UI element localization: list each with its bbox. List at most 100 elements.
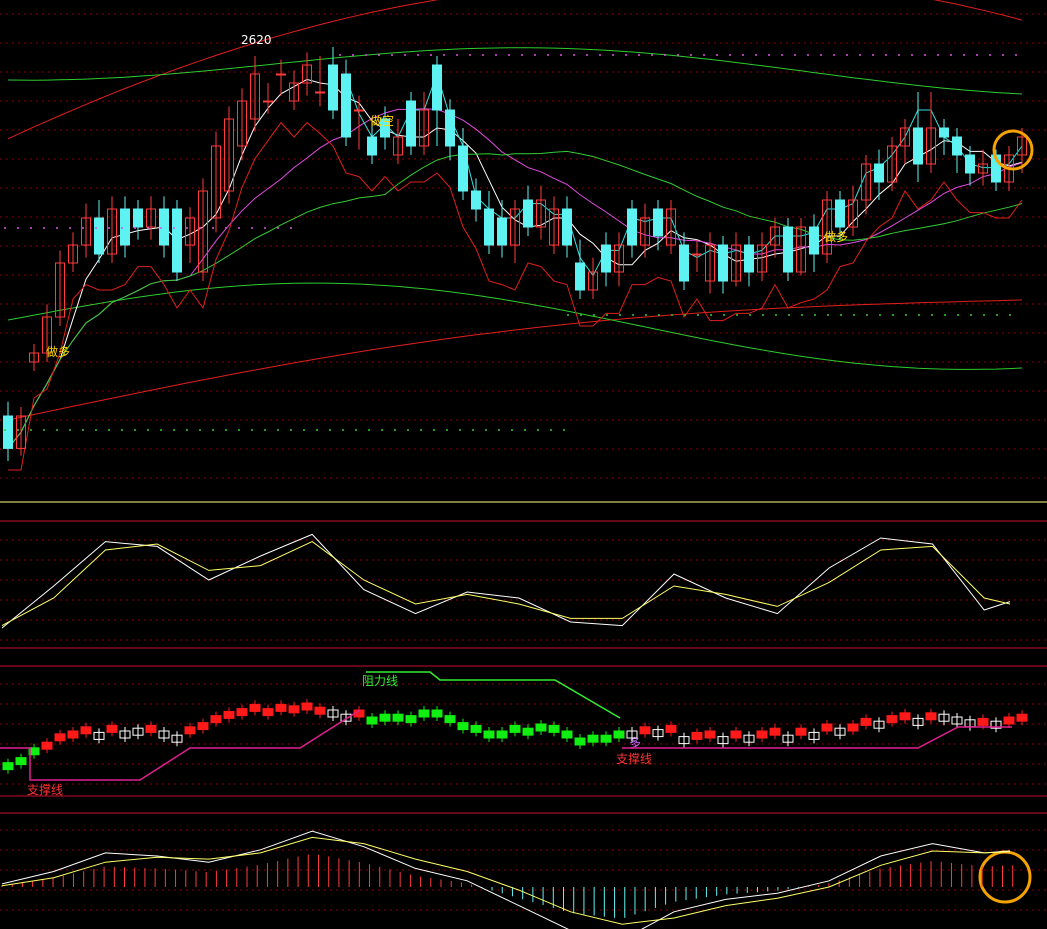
dot-low-984 bbox=[983, 314, 985, 316]
dot-mid-252 bbox=[251, 227, 253, 229]
dot-bottom-291 bbox=[290, 429, 292, 431]
dot-bottom-343 bbox=[342, 429, 344, 431]
dot-mid-44 bbox=[43, 227, 45, 229]
dot-bottom-70 bbox=[69, 429, 71, 431]
dot-bottom-538 bbox=[537, 429, 539, 431]
dot-top-964 bbox=[963, 54, 965, 56]
resistance-line-label: 阻力线 bbox=[362, 674, 398, 688]
dot-low-659 bbox=[658, 314, 660, 316]
dot-top-509 bbox=[508, 54, 510, 56]
dot-mid-57 bbox=[56, 227, 58, 229]
dot-bottom-187 bbox=[186, 429, 188, 431]
dot-top-418 bbox=[417, 54, 419, 56]
dot-top-860 bbox=[859, 54, 861, 56]
dot-low-581 bbox=[580, 314, 582, 316]
dot-bottom-447 bbox=[446, 429, 448, 431]
dot-bottom-512 bbox=[511, 429, 513, 431]
dot-top-444 bbox=[443, 54, 445, 56]
dot-low-711 bbox=[710, 314, 712, 316]
dot-low-620 bbox=[619, 314, 621, 316]
dot-bottom-200 bbox=[199, 429, 201, 431]
oscillator-panel bbox=[1, 533, 1011, 629]
candle-body-72 bbox=[939, 127, 949, 138]
dot-top-678 bbox=[677, 54, 679, 56]
upper-green-band bbox=[7, 47, 1023, 95]
dot-top-782 bbox=[781, 54, 783, 56]
dot-low-841 bbox=[840, 314, 842, 316]
dot-low-633 bbox=[632, 314, 634, 316]
candle-body-44 bbox=[575, 262, 585, 291]
dot-top-548 bbox=[547, 54, 549, 56]
dot-bottom-278 bbox=[277, 429, 279, 431]
dot-low-971 bbox=[970, 314, 972, 316]
dot-mid-70 bbox=[69, 227, 71, 229]
dot-bottom-252 bbox=[251, 429, 253, 431]
dot-bottom-161 bbox=[160, 429, 162, 431]
dot-bottom-460 bbox=[459, 429, 461, 431]
dot-mid-96 bbox=[95, 227, 97, 229]
moving-average-lines bbox=[7, 72, 1023, 471]
candle-body-26 bbox=[341, 73, 351, 138]
dot-top-691 bbox=[690, 54, 692, 56]
ma30-line bbox=[7, 150, 1023, 449]
dot-low-724 bbox=[723, 314, 725, 316]
dot-top-938 bbox=[937, 54, 939, 56]
dot-low-594 bbox=[593, 314, 595, 316]
support-line-2 bbox=[622, 726, 1012, 749]
dot-top-769 bbox=[768, 54, 770, 56]
dot-low-763 bbox=[762, 314, 764, 316]
trend-bar-panel: 阻力线 支撑线 支撑线 多 bbox=[0, 671, 1028, 797]
dot-top-756 bbox=[755, 54, 757, 56]
price-label-2620: 2620 bbox=[241, 33, 272, 47]
candle-body-50 bbox=[653, 208, 663, 237]
dot-bottom-122 bbox=[121, 429, 123, 431]
dot-top-392 bbox=[391, 54, 393, 56]
buy-signal-label-2: 做多 bbox=[824, 229, 848, 244]
dot-top-847 bbox=[846, 54, 848, 56]
dot-mid-31 bbox=[30, 227, 32, 229]
candle-body-40 bbox=[523, 199, 533, 228]
candle-body-73 bbox=[952, 136, 962, 156]
dot-top-886 bbox=[885, 54, 887, 56]
resistance-line bbox=[366, 671, 621, 719]
dot-top-990 bbox=[989, 54, 991, 56]
dot-bottom-551 bbox=[550, 429, 552, 431]
dot-mid-187 bbox=[186, 227, 188, 229]
dot-mid-226 bbox=[225, 227, 227, 229]
dot-bottom-525 bbox=[524, 429, 526, 431]
candle-body-62 bbox=[809, 226, 819, 255]
candle-body-36 bbox=[471, 190, 481, 210]
support-line-1 bbox=[0, 709, 361, 781]
dot-bottom-564 bbox=[563, 429, 565, 431]
candle-body-60 bbox=[783, 226, 793, 273]
dot-bottom-5 bbox=[4, 429, 6, 431]
candle-body-37 bbox=[484, 208, 494, 246]
dot-top-470 bbox=[469, 54, 471, 56]
dot-top-587 bbox=[586, 54, 588, 56]
dot-mid-148 bbox=[147, 227, 149, 229]
dot-mid-109 bbox=[108, 227, 110, 229]
dot-mid-200 bbox=[199, 227, 201, 229]
dot-low-958 bbox=[957, 314, 959, 316]
dot-low-685 bbox=[684, 314, 686, 316]
candle-body-24 bbox=[315, 91, 325, 94]
dot-low-893 bbox=[892, 314, 894, 316]
candle-body-74 bbox=[965, 154, 975, 174]
dot-top-951 bbox=[950, 54, 952, 56]
support-line-label-2: 支撑线 bbox=[616, 751, 652, 766]
candle-body-21 bbox=[276, 73, 286, 76]
dot-top-405 bbox=[404, 54, 406, 56]
dot-top-431 bbox=[430, 54, 432, 56]
dot-low-919 bbox=[918, 314, 920, 316]
candle-body-33 bbox=[432, 64, 442, 111]
dot-top-496 bbox=[495, 54, 497, 56]
candle-body-9 bbox=[120, 208, 130, 246]
candle-body-52 bbox=[679, 244, 689, 282]
dot-top-665 bbox=[664, 54, 666, 56]
dot-bottom-395 bbox=[394, 429, 396, 431]
highlight-ring-macd bbox=[978, 850, 1032, 904]
dot-top-808 bbox=[807, 54, 809, 56]
candle-body-10 bbox=[133, 208, 143, 228]
dot-mid-239 bbox=[238, 227, 240, 229]
dot-mid-291 bbox=[290, 227, 292, 229]
